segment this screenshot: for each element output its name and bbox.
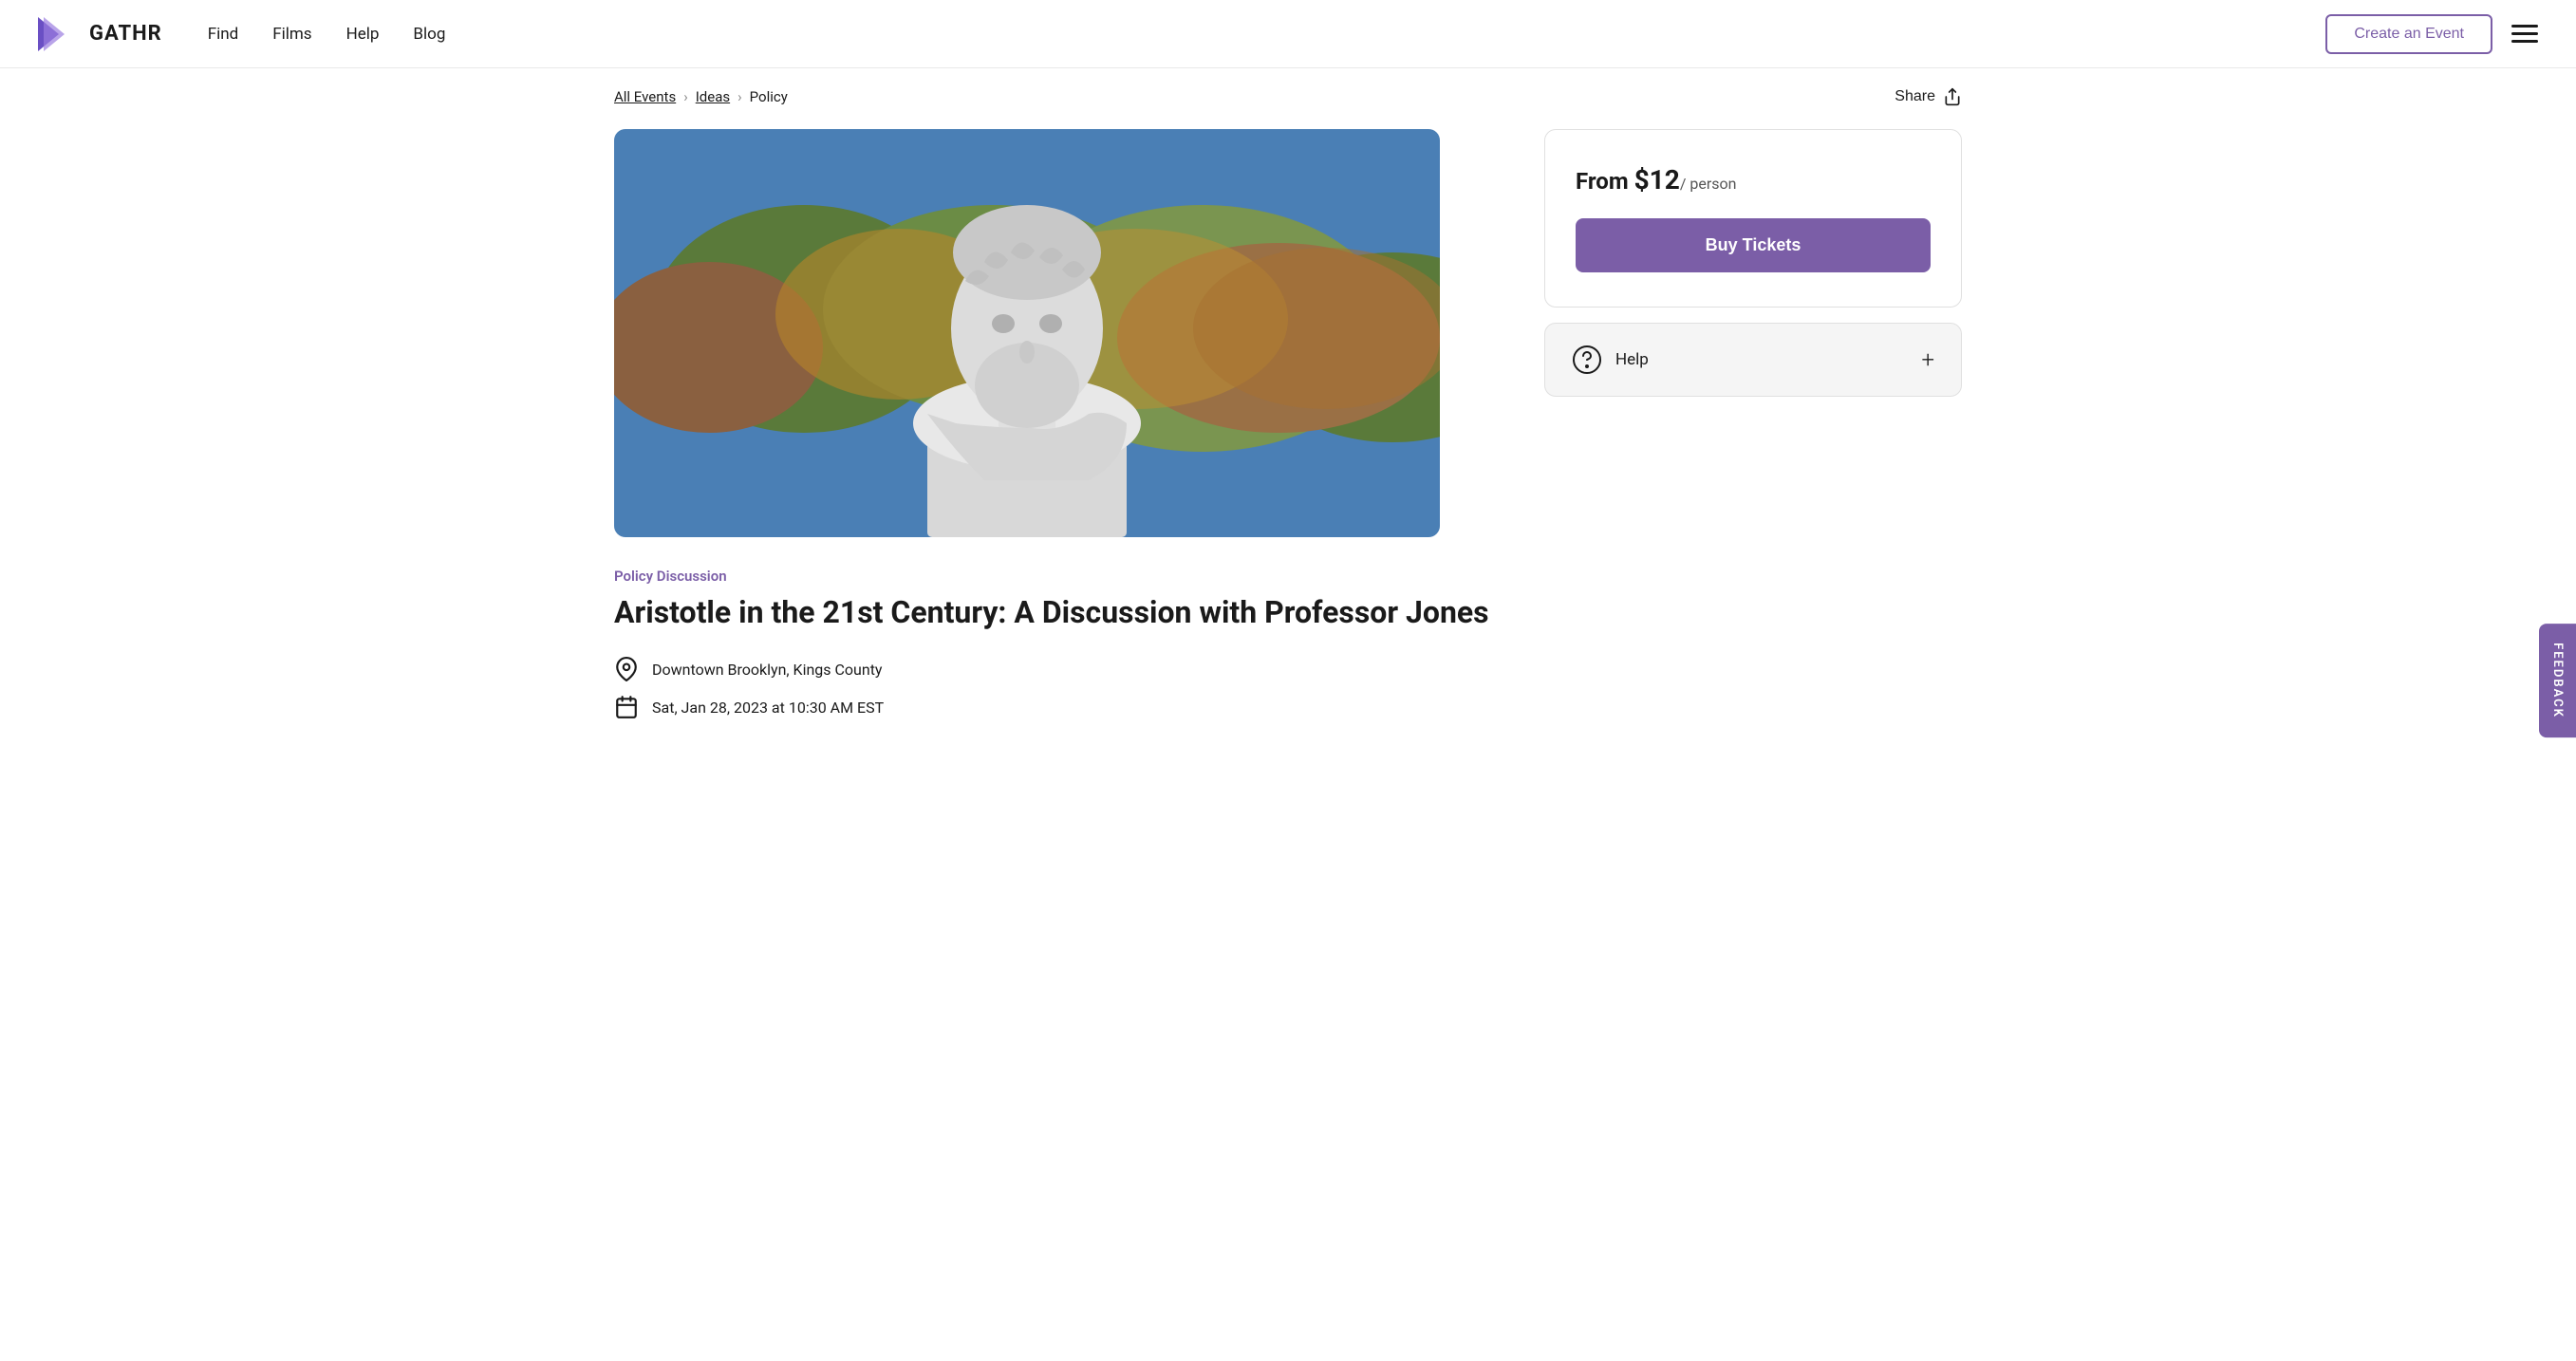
breadcrumb-sep-1: › (683, 88, 688, 105)
price-per-person: / person (1680, 175, 1737, 193)
help-left: Help (1572, 345, 1649, 375)
logo[interactable]: GATHR (38, 17, 162, 51)
date-text: Sat, Jan 28, 2023 at 10:30 AM EST (652, 699, 884, 717)
event-left: Policy Discussion Aristotle in the 21st … (614, 129, 1506, 719)
hamburger-icon[interactable] (2511, 25, 2538, 43)
event-layout: Policy Discussion Aristotle in the 21st … (614, 129, 1962, 719)
location-icon (614, 657, 639, 681)
main-content: All Events › Ideas › Policy Share (576, 68, 2000, 776)
nav-help[interactable]: Help (346, 25, 380, 44)
event-image (614, 129, 1440, 537)
help-label: Help (1615, 350, 1649, 369)
from-label: From (1576, 168, 1634, 195)
breadcrumb-ideas[interactable]: Ideas (696, 88, 730, 105)
feedback-tab[interactable]: FEEDBACK (2539, 624, 2576, 737)
nav-links: Find Films Help Blog (208, 25, 446, 44)
ticket-card: From $12/ person Buy Tickets (1544, 129, 1962, 308)
price-display: From $12/ person (1576, 164, 1931, 196)
breadcrumb-row: All Events › Ideas › Policy Share (614, 87, 1962, 106)
event-location: Downtown Brooklyn, Kings County (614, 657, 1506, 681)
share-icon (1943, 87, 1962, 106)
logo-icon (38, 17, 80, 51)
breadcrumb-sep-2: › (737, 88, 742, 105)
event-category: Policy Discussion (614, 568, 1506, 585)
logo-text: GATHR (89, 22, 162, 46)
breadcrumb-all-events[interactable]: All Events (614, 88, 676, 105)
location-text: Downtown Brooklyn, Kings County (652, 661, 883, 679)
buy-tickets-button[interactable]: Buy Tickets (1576, 218, 1931, 272)
navbar-left: GATHR Find Films Help Blog (38, 17, 445, 51)
create-event-button[interactable]: Create an Event (2325, 14, 2492, 54)
price-amount: $12 (1634, 164, 1680, 196)
event-meta: Downtown Brooklyn, Kings County Sat, Jan… (614, 657, 1506, 719)
nav-find[interactable]: Find (208, 25, 239, 44)
event-right: From $12/ person Buy Tickets Help + (1544, 129, 1962, 397)
nav-films[interactable]: Films (272, 25, 311, 44)
event-date: Sat, Jan 28, 2023 at 10:30 AM EST (614, 695, 1506, 719)
navbar: GATHR Find Films Help Blog Create an Eve… (0, 0, 2576, 68)
share-button[interactable]: Share (1895, 87, 1962, 106)
event-hero-image (614, 129, 1440, 537)
breadcrumb-policy: Policy (750, 88, 788, 105)
help-icon (1572, 345, 1602, 375)
share-label: Share (1895, 88, 1935, 105)
navbar-right: Create an Event (2325, 14, 2538, 54)
calendar-icon (614, 695, 639, 719)
nav-blog[interactable]: Blog (413, 25, 445, 44)
help-expand-icon[interactable]: + (1921, 346, 1934, 373)
help-card[interactable]: Help + (1544, 323, 1962, 397)
breadcrumb: All Events › Ideas › Policy (614, 88, 788, 105)
event-title: Aristotle in the 21st Century: A Discuss… (614, 594, 1506, 630)
